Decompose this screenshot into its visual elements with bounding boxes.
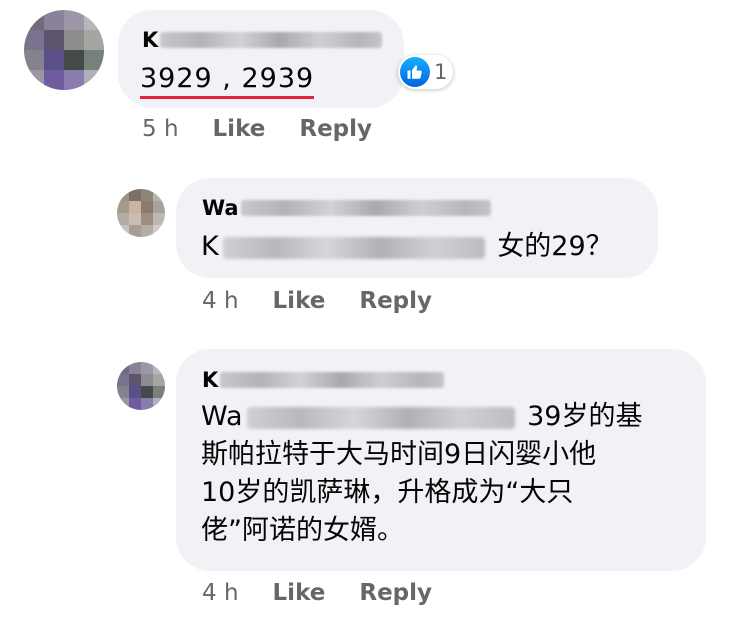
replier-name-initial: Wa	[202, 196, 239, 220]
replier-name-initial: K	[202, 368, 219, 392]
redacted-mention	[246, 406, 515, 429]
mention-initial: Wa	[201, 401, 243, 432]
reply-actions: 4 h Like Reply	[202, 580, 432, 606]
replier-name[interactable]: K	[202, 368, 445, 392]
reply-actions: 4 h Like Reply	[202, 288, 432, 314]
reply-button[interactable]: Reply	[359, 288, 432, 314]
timestamp[interactable]: 4 h	[202, 288, 239, 314]
like-button[interactable]: Like	[273, 288, 326, 314]
redacted-name	[240, 200, 491, 216]
reply-text-line: 10岁的凯萨琳，升格成为“大只	[201, 477, 574, 508]
reply-text: K 女的29？	[201, 228, 613, 266]
reaction-count: 1	[434, 60, 448, 84]
reaction-badge[interactable]: 1	[398, 55, 454, 89]
reply-button[interactable]: Reply	[359, 580, 432, 606]
reply-button[interactable]: Reply	[299, 116, 372, 142]
replier-name[interactable]: Wa	[202, 196, 491, 220]
commenter-name[interactable]: K	[142, 28, 383, 52]
avatar[interactable]	[117, 362, 165, 410]
thumbs-up-icon	[400, 57, 430, 87]
redacted-name	[160, 32, 383, 48]
comment-text: 3929 , 2939	[140, 60, 315, 99]
commenter-name-initial: K	[142, 28, 159, 52]
mention-tag[interactable]: K	[201, 231, 497, 262]
timestamp[interactable]: 5 h	[142, 116, 179, 142]
redacted-name	[220, 372, 445, 388]
like-button[interactable]: Like	[273, 580, 326, 606]
avatar[interactable]	[24, 10, 104, 90]
comment-actions: 5 h Like Reply	[142, 116, 372, 142]
mention-tag[interactable]: Wa	[201, 401, 527, 432]
timestamp[interactable]: 4 h	[202, 580, 239, 606]
avatar[interactable]	[117, 189, 165, 237]
reply-text-line: Wa 39岁的基	[201, 398, 691, 436]
reply-text-content: 39岁的基	[527, 401, 643, 432]
redacted-mention	[222, 236, 485, 259]
like-button[interactable]: Like	[213, 116, 266, 142]
reply-text-line: 斯帕拉特于大马时间9日闪婴小他	[201, 439, 597, 470]
comment-text-underlined: 3929 , 2939	[140, 63, 315, 99]
reply-text-line: 佬”阿诺的女婿。	[201, 515, 404, 546]
reply-text-content: 女的29？	[497, 231, 613, 262]
reply-text: Wa 39岁的基 斯帕拉特于大马时间9日闪婴小他 10岁的凯萨琳，升格成为“大只…	[201, 398, 691, 550]
mention-initial: K	[201, 231, 219, 262]
